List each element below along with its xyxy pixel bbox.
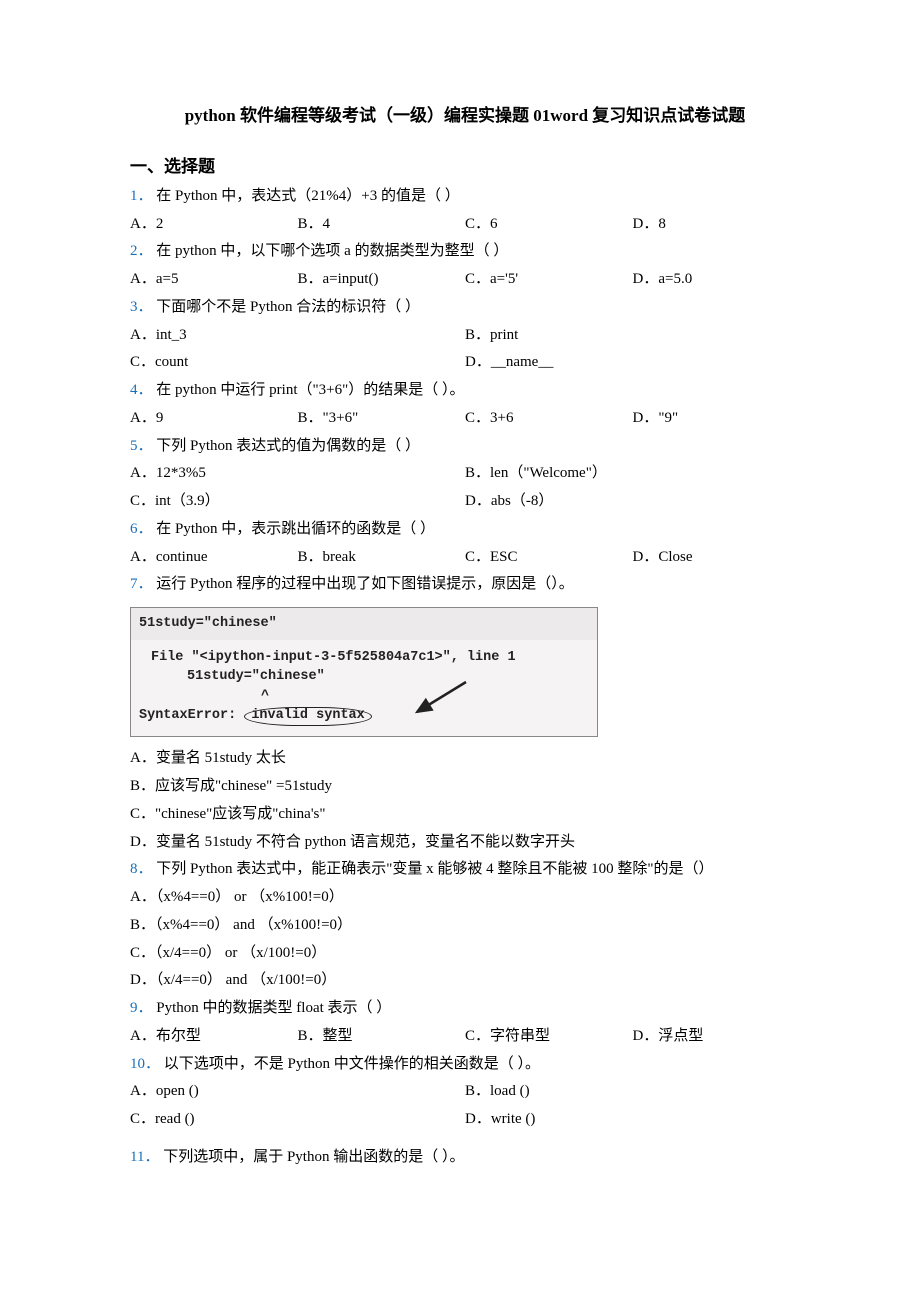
options-row: A．a=5 B．a=input() C．a='5' D．a=5.0 [130, 266, 800, 294]
option-A: A．9 [130, 405, 298, 433]
option-D: D．浮点型 [633, 1023, 801, 1051]
options-row: A．变量名 51study 太长 B．应该写成"chinese" =51stud… [130, 745, 800, 856]
option-C: C．字符串型 [465, 1023, 633, 1051]
question-11: 11． 下列选项中，属于 Python 输出函数的是（ ）。 [130, 1144, 800, 1172]
exam-page: python 软件编程等级考试（一级）编程实操题 01word 复习知识点试卷试… [0, 0, 920, 1212]
options-row: A．open () B．load () C．read () D．write () [130, 1078, 800, 1134]
options-row: A．9 B．"3+6" C．3+6 D．"9" [130, 405, 800, 433]
option-C: C．3+6 [465, 405, 633, 433]
question-number: 4． [130, 382, 153, 398]
question-number: 3． [130, 299, 153, 315]
circled-error: invalid syntax [244, 707, 371, 726]
code-line: 51study="chinese" [139, 614, 589, 634]
option-B: B．4 [298, 211, 466, 239]
question-4: 4． 在 python 中运行 print（"3+6"）的结果是（ ）。 [130, 377, 800, 405]
option-A: A．布尔型 [130, 1023, 298, 1051]
option-D: D．abs（-8） [465, 488, 800, 516]
option-D: D．（x/4==0） and （x/100!=0） [130, 967, 800, 995]
syntax-error-prefix: SyntaxError: [139, 708, 236, 723]
option-A: A．int_3 [130, 322, 465, 350]
option-C: C．count [130, 349, 465, 377]
question-stem: 下列 Python 表达式中，能正确表示"变量 x 能够被 4 整除且不能被 1… [156, 861, 713, 877]
question-stem: 在 Python 中，表示跳出循环的函数是（ ） [156, 521, 435, 537]
option-B: B．整型 [298, 1023, 466, 1051]
option-A: A．a=5 [130, 266, 298, 294]
options-row: A．12*3%5 B．len（"Welcome"） C．int（3.9） D．a… [130, 460, 800, 516]
options-row: A．2 B．4 C．6 D．8 [130, 211, 800, 239]
option-B: B．len（"Welcome"） [465, 460, 800, 488]
question-stem: Python 中的数据类型 float 表示（ ） [156, 1000, 391, 1016]
question-number: 7． [130, 576, 153, 592]
question-10: 10． 以下选项中，不是 Python 中文件操作的相关函数是（ ）。 [130, 1051, 800, 1079]
question-stem: 下面哪个不是 Python 合法的标识符（ ） [156, 299, 420, 315]
question-stem: 下列选项中，属于 Python 输出函数的是（ ）。 [163, 1149, 464, 1165]
options-row: A．（x%4==0） or （x%100!=0） B．（x%4==0） and … [130, 884, 800, 995]
question-number: 2． [130, 243, 153, 259]
question-number: 10． [130, 1056, 160, 1072]
option-D: D．__name__ [465, 349, 800, 377]
option-B: B．break [298, 544, 466, 572]
option-D: D．write () [465, 1106, 800, 1134]
option-B: B．"3+6" [298, 405, 466, 433]
options-row: A．int_3 B．print C．count D．__name__ [130, 322, 800, 378]
question-number: 6． [130, 521, 153, 537]
option-A: A．continue [130, 544, 298, 572]
option-D: D．Close [633, 544, 801, 572]
question-number: 1． [130, 188, 153, 204]
option-C: C．read () [130, 1106, 465, 1134]
option-B: B．（x%4==0） and （x%100!=0） [130, 912, 800, 940]
option-A: A．open () [130, 1078, 465, 1106]
option-A: A．变量名 51study 太长 [130, 745, 800, 773]
option-C: C．（x/4==0） or （x/100!=0） [130, 940, 800, 968]
option-D: D．8 [633, 211, 801, 239]
option-C: C．"chinese"应该写成"china's" [130, 801, 800, 829]
question-number: 9． [130, 1000, 153, 1016]
question-2: 2． 在 python 中，以下哪个选项 a 的数据类型为整型（ ） [130, 238, 800, 266]
code-error-screenshot: 51study="chinese" File "<ipython-input-3… [130, 607, 598, 737]
traceback-caret: ^ [151, 687, 589, 707]
syntax-error-line: SyntaxError: invalid syntax [139, 706, 589, 726]
traceback-file-line: File "<ipython-input-3-5f525804a7c1>", l… [151, 648, 589, 668]
page-title: python 软件编程等级考试（一级）编程实操题 01word 复习知识点试卷试… [130, 100, 800, 131]
question-stem: 在 Python 中，表达式（21%4）+3 的值是（ ） [156, 188, 459, 204]
option-D: D．变量名 51study 不符合 python 语言规范，变量名不能以数字开头 [130, 829, 800, 857]
question-8: 8． 下列 Python 表达式中，能正确表示"变量 x 能够被 4 整除且不能… [130, 856, 800, 884]
question-stem: 在 python 中，以下哪个选项 a 的数据类型为整型（ ） [156, 243, 508, 259]
question-5: 5． 下列 Python 表达式的值为偶数的是（ ） [130, 433, 800, 461]
options-row: A．continue B．break C．ESC D．Close [130, 544, 800, 572]
question-stem: 以下选项中，不是 Python 中文件操作的相关函数是（ ）。 [164, 1056, 540, 1072]
option-A: A．12*3%5 [130, 460, 465, 488]
question-number: 8． [130, 861, 153, 877]
section-heading: 一、选择题 [130, 151, 800, 182]
question-stem: 下列 Python 表达式的值为偶数的是（ ） [156, 438, 420, 454]
option-D: D．"9" [633, 405, 801, 433]
option-B: B．print [465, 322, 800, 350]
option-B: B．应该写成"chinese" =51study [130, 773, 800, 801]
question-number: 5． [130, 438, 153, 454]
question-stem: 在 python 中运行 print（"3+6"）的结果是（ ）。 [156, 382, 464, 398]
question-6: 6． 在 Python 中，表示跳出循环的函数是（ ） [130, 516, 800, 544]
question-7: 7． 运行 Python 程序的过程中出现了如下图错误提示，原因是（）。 [130, 571, 800, 599]
code-traceback: File "<ipython-input-3-5f525804a7c1>", l… [131, 640, 597, 737]
option-B: B．load () [465, 1078, 800, 1106]
question-9: 9． Python 中的数据类型 float 表示（ ） [130, 995, 800, 1023]
traceback-code-line: 51study="chinese" [151, 667, 589, 687]
option-B: B．a=input() [298, 266, 466, 294]
question-stem: 运行 Python 程序的过程中出现了如下图错误提示，原因是（）。 [156, 576, 574, 592]
option-C: C．6 [465, 211, 633, 239]
option-D: D．a=5.0 [633, 266, 801, 294]
options-row: A．布尔型 B．整型 C．字符串型 D．浮点型 [130, 1023, 800, 1051]
option-C: C．ESC [465, 544, 633, 572]
question-3: 3． 下面哪个不是 Python 合法的标识符（ ） [130, 294, 800, 322]
option-A: A．2 [130, 211, 298, 239]
option-A: A．（x%4==0） or （x%100!=0） [130, 884, 800, 912]
option-C: C．int（3.9） [130, 488, 465, 516]
option-C: C．a='5' [465, 266, 633, 294]
question-number: 11． [130, 1149, 159, 1165]
question-1: 1． 在 Python 中，表达式（21%4）+3 的值是（ ） [130, 183, 800, 211]
